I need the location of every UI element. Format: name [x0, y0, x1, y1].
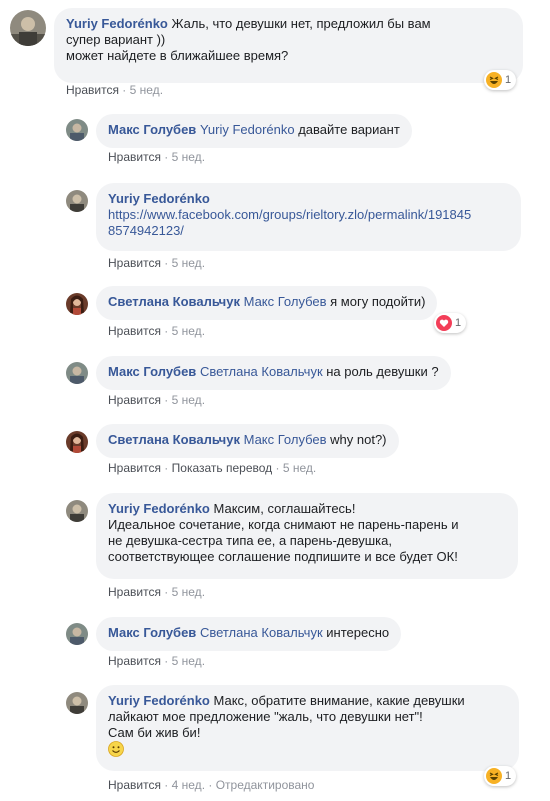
comment-text: не девушка-сестра типа ее, а парень-деву… — [108, 533, 392, 548]
like-link[interactable]: Нравится — [108, 461, 161, 475]
avatar-yuriy[interactable] — [10, 10, 46, 46]
comment-text: лайкают мое предложение "жаль, что девуш… — [108, 709, 423, 724]
comment-author[interactable]: Макс Голубев — [108, 364, 196, 379]
comment-text: Макс, обратите внимание, какие девушки — [209, 693, 465, 708]
show-translation-link[interactable]: Показать перевод — [172, 461, 273, 475]
avatar-yuriy[interactable] — [66, 500, 88, 522]
comment-mention[interactable]: Светлана Ковальчук — [200, 625, 323, 640]
edited-label[interactable]: Отредактировано — [216, 778, 315, 792]
timestamp[interactable]: 5 нед. — [172, 150, 205, 164]
comment-text: why not?) — [326, 432, 387, 447]
comment-text: соответствующее соглашение подпишите и в… — [108, 549, 458, 564]
love-icon — [436, 315, 452, 331]
haha-icon — [486, 768, 502, 784]
reaction-summary[interactable]: 1 — [484, 766, 517, 786]
comment-actions: Нравится · 4 нед. · Отредактировано — [108, 778, 315, 792]
comment-actions: Нравится · 5 нед. — [108, 256, 206, 270]
like-link[interactable]: Нравится — [108, 324, 161, 338]
comment-bubble: Макс Голубев Светлана Ковальчук на роль … — [96, 356, 451, 390]
avatar-maks[interactable] — [66, 362, 88, 384]
avatar-maks[interactable] — [66, 119, 88, 141]
reaction-summary[interactable]: 1 — [484, 70, 517, 90]
timestamp[interactable]: 5 нед. — [172, 654, 205, 668]
comment-text: может найдете в ближайшее время? — [66, 48, 289, 63]
comment-link[interactable]: 8574942123/ — [108, 223, 184, 238]
comment-text: супер вариант )) — [66, 32, 166, 47]
comment-actions: Нравится · 5 нед. — [108, 150, 206, 164]
comment-author[interactable]: Светлана Ковальчук — [108, 432, 240, 447]
comment-text: Идеальное сочетание, когда снимают не па… — [108, 517, 459, 532]
timestamp[interactable]: 5 нед. — [172, 324, 205, 338]
reaction-count: 1 — [455, 317, 462, 329]
comment-mention[interactable]: Светлана Ковальчук — [200, 364, 323, 379]
like-link[interactable]: Нравится — [108, 150, 161, 164]
comment-author[interactable]: Yuriy Fedorénko — [108, 501, 210, 516]
comment-text: Сам би жив би! — [108, 725, 201, 740]
comment-link[interactable]: https://www.facebook.com/groups/rieltory… — [108, 207, 471, 222]
comment-bubble: Yuriy Fedorénko https://www.facebook.com… — [96, 183, 521, 251]
like-link[interactable]: Нравится — [108, 256, 161, 270]
comment-text: давайте вариант — [294, 122, 400, 137]
comment-bubble: Yuriy Fedorénko Максим, соглашайтесь! Ид… — [96, 493, 518, 579]
comment-bubble: Yuriy Fedorénko Макс, обратите внимание,… — [96, 685, 519, 771]
comment-text: на роль девушки ? — [322, 364, 439, 379]
comment-actions: Нравится · 5 нед. — [66, 83, 164, 97]
comment-author[interactable]: Yuriy Fedorénko — [108, 191, 210, 206]
timestamp[interactable]: 5 нед. — [130, 83, 163, 97]
avatar-maks[interactable] — [66, 623, 88, 645]
comment-bubble: Светлана Ковальчук Макс Голубев я могу п… — [96, 286, 438, 320]
like-link[interactable]: Нравится — [108, 585, 161, 599]
reaction-summary[interactable]: 1 — [434, 313, 467, 333]
reaction-count: 1 — [505, 770, 512, 782]
comment-author[interactable]: Макс Голубев — [108, 625, 196, 640]
comment-bubble: Светлана Ковальчук Макс Голубев why not?… — [96, 424, 399, 458]
like-link[interactable]: Нравится — [108, 778, 161, 792]
avatar-svetlana[interactable] — [66, 293, 88, 315]
comment-actions: Нравится · Показать перевод · 5 нед. — [108, 461, 317, 475]
like-link[interactable]: Нравится — [66, 83, 119, 97]
comment-author[interactable]: Yuriy Fedorénko — [108, 693, 210, 708]
comment-author[interactable]: Макс Голубев — [108, 122, 196, 137]
timestamp[interactable]: 4 нед. — [172, 778, 205, 792]
timestamp[interactable]: 5 нед. — [172, 256, 205, 270]
comment-bubble: Макс Голубев Светлана Ковальчук интересн… — [96, 617, 402, 651]
comment-mention[interactable]: Макс Голубев — [244, 432, 327, 447]
comment-mention[interactable]: Макс Голубев — [244, 294, 327, 309]
timestamp[interactable]: 5 нед. — [172, 585, 205, 599]
comment-text: я могу подойти) — [326, 294, 426, 309]
comment-text: Жаль, что девушки нет, предложил бы вам — [167, 16, 431, 31]
reaction-count: 1 — [505, 74, 512, 86]
comment-author[interactable]: Светлана Ковальчук — [108, 294, 240, 309]
comment-actions: Нравится · 5 нед. — [108, 324, 206, 338]
comment-text: интересно — [322, 625, 390, 640]
comment-actions: Нравится · 5 нед. — [108, 393, 206, 407]
timestamp[interactable]: 5 нед. — [283, 461, 316, 475]
avatar-yuriy[interactable] — [66, 190, 88, 212]
comment-author[interactable]: Yuriy Fedorénko — [66, 16, 168, 31]
comment-bubble: Макс Голубев Yuriy Fedorénko давайте вар… — [96, 114, 412, 148]
comment-actions: Нравится · 5 нед. — [108, 585, 206, 599]
comment-actions: Нравится · 5 нед. — [108, 654, 206, 668]
haha-icon — [486, 72, 502, 88]
timestamp[interactable]: 5 нед. — [172, 393, 205, 407]
like-link[interactable]: Нравится — [108, 393, 161, 407]
smile-emoji-icon — [108, 741, 124, 757]
avatar-svetlana[interactable] — [66, 431, 88, 453]
comment-mention[interactable]: Yuriy Fedorénko — [200, 122, 295, 137]
avatar-yuriy[interactable] — [66, 692, 88, 714]
like-link[interactable]: Нравится — [108, 654, 161, 668]
comment-text: Максим, соглашайтесь! — [209, 501, 356, 516]
comment-bubble: Yuriy Fedorénko Жаль, что девушки нет, п… — [54, 8, 523, 83]
